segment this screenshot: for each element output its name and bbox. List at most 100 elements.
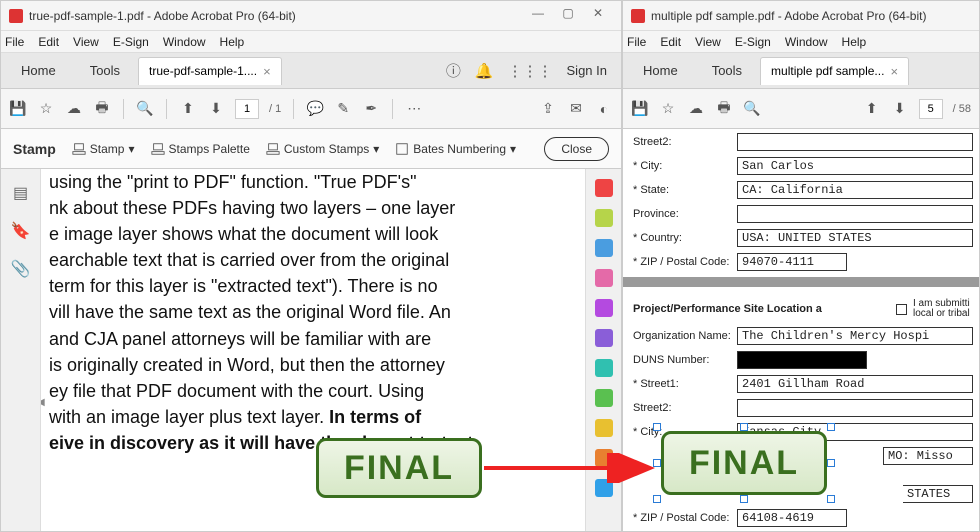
tool-scan-icon[interactable]	[595, 359, 613, 377]
comment-icon[interactable]: 💬	[306, 100, 324, 117]
zip2-field[interactable]: 64108-4619	[737, 509, 847, 527]
tool-organize-icon[interactable]	[595, 269, 613, 287]
tool-export-icon[interactable]	[595, 239, 613, 257]
menu-file[interactable]: File	[5, 35, 24, 49]
sign-in-link[interactable]: Sign In	[567, 63, 607, 78]
menu-esign[interactable]: E-Sign	[113, 35, 149, 49]
tribal-checkbox[interactable]	[896, 304, 907, 315]
mail-icon[interactable]: ✉	[567, 100, 585, 117]
stamps-palette-button[interactable]: Stamps Palette	[151, 142, 250, 156]
city-field[interactable]: San Carlos	[737, 157, 973, 175]
collapse-rail-icon[interactable]: ◀	[41, 397, 45, 408]
street1-field[interactable]: 2401 Gillham Road	[737, 375, 973, 393]
street2b-field[interactable]	[737, 399, 973, 417]
duns-field[interactable]	[737, 351, 867, 369]
cloud-upload-icon[interactable]: ☁	[65, 100, 83, 117]
bell-icon[interactable]: 🔔	[475, 62, 494, 80]
cloud-upload-icon[interactable]: ☁	[687, 100, 705, 117]
thumbnails-icon[interactable]: ▤	[13, 183, 28, 203]
document-text: using the "print to PDF" function. "True…	[49, 169, 577, 456]
page-number-input[interactable]	[919, 99, 943, 119]
document-tab-label: true-pdf-sample-1....	[149, 64, 257, 78]
street2b-label: Street2:	[633, 402, 737, 414]
zoom-icon[interactable]: 🔍	[743, 100, 761, 117]
document-tab[interactable]: true-pdf-sample-1.... ×	[138, 57, 282, 85]
province-field[interactable]	[737, 205, 973, 223]
save-icon[interactable]: 💾	[631, 100, 649, 117]
star-icon[interactable]: ☆	[37, 100, 55, 117]
menu-help[interactable]: Help	[842, 35, 867, 49]
close-tab-icon[interactable]: ×	[890, 64, 898, 79]
tool-comment-icon[interactable]	[595, 299, 613, 317]
menu-file[interactable]: File	[627, 35, 646, 49]
chevron-down-icon: ▾	[128, 142, 134, 156]
chevron-down-icon: ▾	[510, 142, 516, 156]
attachment-icon[interactable]: 📎	[11, 259, 31, 279]
country-label: * Country:	[633, 232, 737, 244]
menubar: File Edit View E-Sign Window Help	[623, 31, 979, 53]
state2-field[interactable]: MO: Misso	[883, 447, 973, 465]
save-icon[interactable]: 💾	[9, 100, 27, 117]
stamp-dropdown[interactable]: Stamp▾	[72, 142, 135, 156]
menu-esign[interactable]: E-Sign	[735, 35, 771, 49]
country-field[interactable]: USA: UNITED STATES	[737, 229, 973, 247]
tool-prepare-icon[interactable]	[595, 479, 613, 497]
page-number-input[interactable]	[235, 99, 259, 119]
minimize-button[interactable]: —	[523, 6, 553, 26]
window-title: multiple pdf sample.pdf - Adobe Acrobat …	[651, 9, 926, 23]
tool-protect-icon[interactable]	[595, 389, 613, 407]
stamp-toolbar: Stamp Stamp▾ Stamps Palette Custom Stamp…	[1, 129, 621, 169]
tool-edit-icon[interactable]	[595, 209, 613, 227]
menu-window[interactable]: Window	[785, 35, 828, 49]
tool-redact-icon[interactable]	[595, 449, 613, 467]
close-window-button[interactable]: ✕	[583, 6, 613, 26]
document-tab[interactable]: multiple pdf sample... ×	[760, 57, 909, 85]
more-icon[interactable]: ⋯	[405, 100, 423, 117]
page-up-icon[interactable]: ⬆	[179, 100, 197, 117]
tool-compress-icon[interactable]	[595, 419, 613, 437]
menu-edit[interactable]: Edit	[38, 35, 59, 49]
apps-icon[interactable]: ⋮⋮⋮	[508, 62, 553, 80]
close-tab-icon[interactable]: ×	[263, 64, 271, 79]
tab-tools[interactable]: Tools	[74, 53, 136, 88]
bookmark-icon[interactable]: 🔖	[11, 221, 31, 241]
street2-field[interactable]	[737, 133, 973, 151]
tab-tools[interactable]: Tools	[696, 53, 758, 88]
zoom-icon[interactable]: 🔍	[136, 100, 154, 117]
sign-icon[interactable]: ✒	[362, 100, 380, 117]
acrobat-window-1: true-pdf-sample-1.pdf - Adobe Acrobat Pr…	[0, 0, 622, 532]
menu-help[interactable]: Help	[220, 35, 245, 49]
stamp-selection-handles[interactable]	[657, 427, 831, 499]
tab-home[interactable]: Home	[5, 53, 72, 88]
print-icon[interactable]: 🖶	[715, 97, 733, 121]
profile-icon[interactable]: ◐	[595, 101, 613, 117]
close-stamp-toolbar-button[interactable]: Close	[544, 137, 609, 161]
state-field[interactable]: CA: California	[737, 181, 973, 199]
section-title: Project/Performance Site Location a I am…	[633, 299, 973, 319]
menu-view[interactable]: View	[73, 35, 99, 49]
share-icon[interactable]: ⇪	[539, 100, 557, 117]
final-stamp-source[interactable]: FINAL	[316, 438, 482, 498]
document-view[interactable]: using the "print to PDF" function. "True…	[41, 169, 585, 531]
zip-field[interactable]: 94070-4111	[737, 253, 847, 271]
bates-numbering-dropdown[interactable]: Bates Numbering▾	[395, 142, 516, 156]
org-name-field[interactable]: The Children's Mercy Hospi	[737, 327, 973, 345]
star-icon[interactable]: ☆	[659, 100, 677, 117]
street1-label: * Street1:	[633, 378, 737, 390]
print-icon[interactable]: 🖶	[93, 97, 111, 121]
help-icon[interactable]: ⓘ	[446, 60, 461, 81]
menu-view[interactable]: View	[695, 35, 721, 49]
tool-create-icon[interactable]	[595, 179, 613, 197]
menu-window[interactable]: Window	[163, 35, 206, 49]
page-down-icon[interactable]: ⬇	[891, 100, 909, 117]
titlebar: true-pdf-sample-1.pdf - Adobe Acrobat Pr…	[1, 1, 621, 31]
menu-edit[interactable]: Edit	[660, 35, 681, 49]
maximize-button[interactable]: ▢	[553, 6, 583, 26]
tool-sign-icon[interactable]	[595, 329, 613, 347]
tab-home[interactable]: Home	[627, 53, 694, 88]
country2-field[interactable]: STATES	[903, 485, 973, 503]
custom-stamps-dropdown[interactable]: Custom Stamps▾	[266, 142, 379, 156]
highlight-icon[interactable]: ✎	[334, 100, 352, 117]
page-down-icon[interactable]: ⬇	[207, 100, 225, 117]
page-up-icon[interactable]: ⬆	[863, 100, 881, 117]
